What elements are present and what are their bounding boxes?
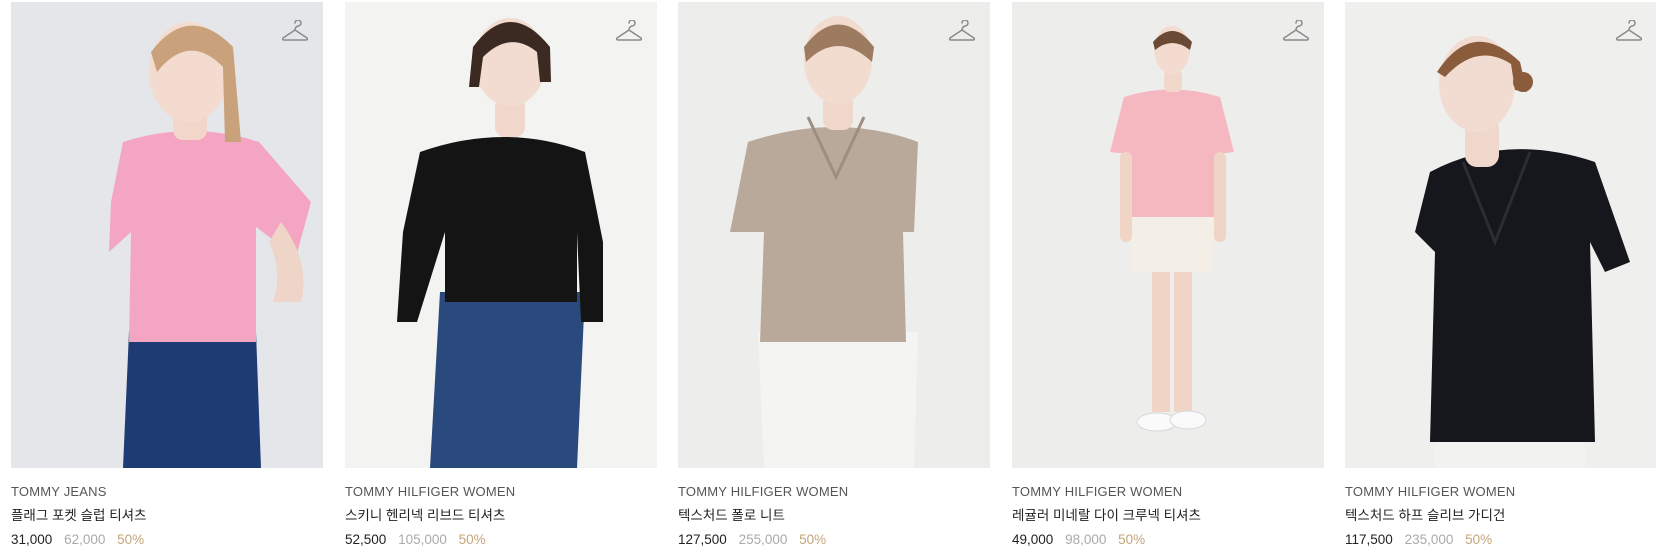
product-photo	[1012, 2, 1324, 468]
product-image[interactable]	[11, 2, 323, 468]
discount-rate: 50%	[1465, 532, 1493, 547]
sale-price: 49,000	[1012, 532, 1054, 547]
original-price: 105,000	[398, 532, 447, 547]
product-brand[interactable]: TOMMY HILFIGER WOMEN	[345, 483, 657, 500]
product-name[interactable]: 텍스처드 하프 슬리브 가디건	[1345, 507, 1656, 525]
product-photo	[11, 2, 323, 468]
product-brand[interactable]: TOMMY HILFIGER WOMEN	[1012, 483, 1324, 500]
product-image[interactable]	[1345, 2, 1656, 468]
discount-rate: 50%	[799, 532, 827, 547]
price-row: 49,000 98,000 50%	[1012, 531, 1324, 549]
hanger-icon[interactable]	[948, 19, 976, 44]
product-card[interactable]: TOMMY HILFIGER WOMEN 텍스처드 하프 슬리브 가디건 117…	[1345, 2, 1656, 549]
product-card[interactable]: TOMMY HILFIGER WOMEN 레귤러 미네랄 다이 크루넥 티셔츠 …	[1012, 2, 1324, 549]
product-photo	[345, 2, 657, 468]
original-price: 62,000	[64, 532, 106, 547]
product-card[interactable]: TOMMY JEANS 플래그 포켓 슬럽 티셔츠 31,000 62,000 …	[11, 2, 323, 549]
discount-rate: 50%	[458, 532, 486, 547]
product-image[interactable]	[678, 2, 990, 468]
product-brand[interactable]: TOMMY HILFIGER WOMEN	[678, 483, 990, 500]
product-name[interactable]: 텍스처드 폴로 니트	[678, 507, 990, 525]
sale-price: 52,500	[345, 532, 387, 547]
hanger-icon[interactable]	[615, 19, 643, 44]
product-name[interactable]: 플래그 포켓 슬럽 티셔츠	[11, 507, 323, 525]
product-grid: TOMMY JEANS 플래그 포켓 슬럽 티셔츠 31,000 62,000 …	[0, 0, 1656, 557]
sale-price: 117,500	[1345, 532, 1393, 547]
price-row: 117,500 235,000 50%	[1345, 531, 1656, 549]
hanger-icon[interactable]	[1282, 19, 1310, 44]
original-price: 235,000	[1404, 532, 1454, 547]
product-brand[interactable]: TOMMY JEANS	[11, 483, 323, 500]
product-card[interactable]: TOMMY HILFIGER WOMEN 텍스처드 폴로 니트 127,500 …	[678, 2, 990, 549]
price-row: 127,500 255,000 50%	[678, 531, 990, 549]
hanger-icon[interactable]	[1615, 19, 1643, 44]
product-image[interactable]	[345, 2, 657, 468]
product-name[interactable]: 스키니 헨리넥 리브드 티셔츠	[345, 507, 657, 525]
sale-price: 127,500	[678, 532, 727, 547]
sale-price: 31,000	[11, 532, 53, 547]
original-price: 255,000	[738, 532, 788, 547]
price-row: 52,500 105,000 50%	[345, 531, 657, 549]
original-price: 98,000	[1065, 532, 1107, 547]
discount-rate: 50%	[117, 532, 145, 547]
product-photo	[1345, 2, 1656, 468]
product-name[interactable]: 레귤러 미네랄 다이 크루넥 티셔츠	[1012, 507, 1324, 525]
discount-rate: 50%	[1118, 532, 1146, 547]
product-card[interactable]: TOMMY HILFIGER WOMEN 스키니 헨리넥 리브드 티셔츠 52,…	[345, 2, 657, 549]
product-brand[interactable]: TOMMY HILFIGER WOMEN	[1345, 483, 1656, 500]
price-row: 31,000 62,000 50%	[11, 531, 323, 549]
product-image[interactable]	[1012, 2, 1324, 468]
product-photo	[678, 2, 990, 468]
hanger-icon[interactable]	[281, 19, 309, 44]
